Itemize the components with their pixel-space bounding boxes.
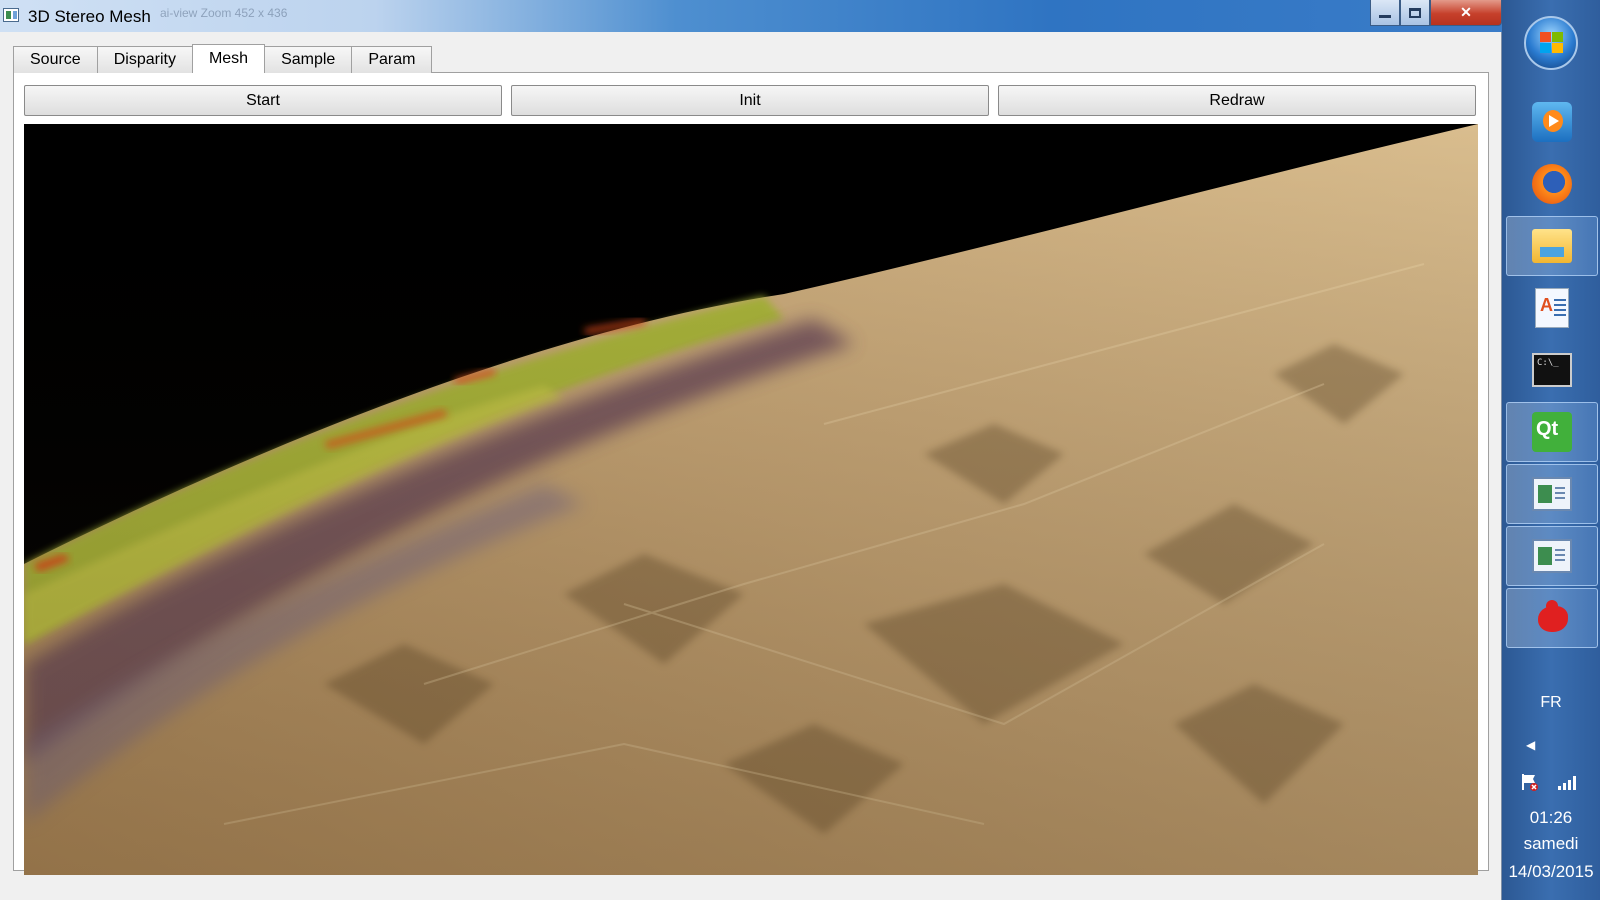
network-signal-icon[interactable] bbox=[1557, 774, 1579, 790]
tab-sample[interactable]: Sample bbox=[265, 46, 352, 73]
minimize-icon bbox=[1379, 15, 1391, 18]
action-buttons: Start Init Redraw bbox=[24, 85, 1478, 116]
start-button[interactable] bbox=[1524, 16, 1578, 70]
minimize-button[interactable] bbox=[1370, 0, 1400, 26]
restore-icon bbox=[1409, 7, 1421, 18]
init-button[interactable]: Init bbox=[511, 85, 989, 116]
title-bar[interactable]: 3D Stereo Mesh ai-view Zoom 452 x 436 ✕ bbox=[0, 0, 1502, 32]
taskbar: A C:\_ Qt FR ◀ 01:26 samedi 14/03/2015 bbox=[1502, 0, 1600, 900]
taskbar-wordpad[interactable]: A bbox=[1506, 278, 1598, 338]
qt-creator-icon: Qt bbox=[1532, 412, 1572, 452]
tab-mesh[interactable]: Mesh bbox=[191, 44, 266, 73]
mesh-render bbox=[24, 124, 1478, 875]
windows-logo-icon bbox=[1540, 32, 1564, 54]
tab-source[interactable]: Source bbox=[13, 46, 97, 73]
wordpad-icon: A bbox=[1535, 288, 1569, 328]
taskbar-firefox[interactable] bbox=[1506, 154, 1598, 214]
tab-disparity[interactable]: Disparity bbox=[96, 46, 192, 73]
app-window-icon bbox=[1532, 477, 1572, 511]
app-window-icon bbox=[1532, 539, 1572, 573]
clock-day[interactable]: samedi bbox=[1502, 834, 1600, 854]
background-window-title: ai-view Zoom 452 x 436 bbox=[160, 6, 288, 20]
clock-date[interactable]: 14/03/2015 bbox=[1502, 862, 1600, 882]
app-icon[interactable] bbox=[3, 8, 19, 22]
taskbar-media-player[interactable] bbox=[1506, 92, 1598, 152]
command-prompt-icon: C:\_ bbox=[1532, 353, 1572, 387]
close-icon: ✕ bbox=[1460, 4, 1472, 20]
taskbar-app-window-1[interactable] bbox=[1506, 464, 1598, 524]
taskbar-gnome-splash[interactable] bbox=[1506, 588, 1598, 648]
taskbar-qt-creator[interactable]: Qt bbox=[1506, 402, 1598, 462]
show-hidden-icons-arrow-icon[interactable]: ◀ bbox=[1526, 738, 1535, 752]
taskbar-app-window-2[interactable] bbox=[1506, 526, 1598, 586]
media-player-icon bbox=[1532, 102, 1572, 142]
action-center-flag-icon[interactable] bbox=[1520, 772, 1540, 792]
start-button[interactable]: Start bbox=[24, 85, 502, 116]
redraw-button[interactable]: Redraw bbox=[998, 85, 1476, 116]
file-explorer-icon bbox=[1532, 229, 1572, 263]
maximize-button[interactable] bbox=[1400, 0, 1430, 26]
app-window: 3D Stereo Mesh ai-view Zoom 452 x 436 ✕ … bbox=[0, 0, 1502, 900]
window-title: 3D Stereo Mesh bbox=[28, 7, 151, 26]
firefox-icon bbox=[1532, 164, 1572, 204]
tab-bar: Source Disparity Mesh Sample Param bbox=[13, 44, 433, 73]
taskbar-command-prompt[interactable]: C:\_ bbox=[1506, 340, 1598, 400]
mesh-3d-viewport[interactable] bbox=[24, 124, 1478, 875]
tab-param[interactable]: Param bbox=[351, 46, 433, 73]
taskbar-file-explorer[interactable] bbox=[1506, 216, 1598, 276]
language-indicator[interactable]: FR bbox=[1502, 694, 1600, 712]
close-button[interactable]: ✕ bbox=[1430, 0, 1502, 26]
gnome-splash-icon bbox=[1532, 598, 1572, 638]
clock-time[interactable]: 01:26 bbox=[1502, 808, 1600, 828]
window-controls: ✕ bbox=[1370, 0, 1502, 26]
